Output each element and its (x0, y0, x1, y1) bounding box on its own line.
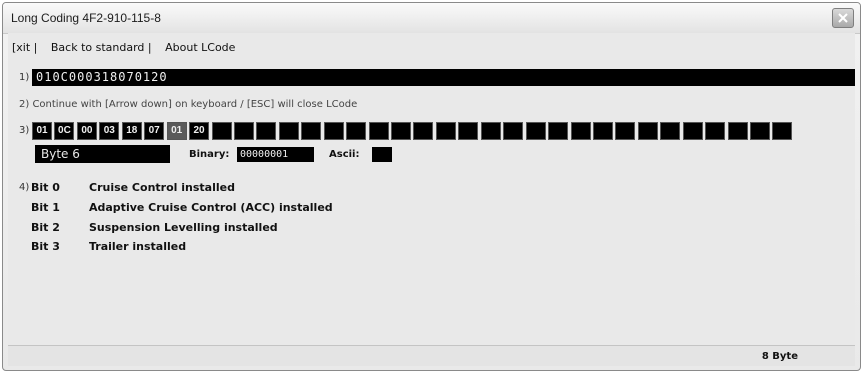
byte-box[interactable] (637, 122, 658, 140)
bit-name: Bit 2 (31, 220, 60, 234)
byte-count: 8 Byte (761, 351, 798, 362)
byte-box[interactable]: 03 (99, 122, 120, 140)
bit-row: 4) Bit 0 Cruise Control installed (19, 178, 333, 198)
ascii-value (372, 147, 392, 162)
byte-box[interactable] (615, 122, 636, 140)
bit-description: Adaptive Cruise Control (ACC) installed (89, 201, 333, 215)
byte-box[interactable]: 01 (32, 122, 52, 140)
byte-box[interactable] (413, 122, 434, 140)
byte-box[interactable] (660, 122, 681, 140)
byte-box[interactable] (525, 122, 546, 140)
byte-box[interactable]: 20 (189, 122, 210, 140)
byte-box[interactable] (435, 122, 456, 140)
byte-box[interactable] (323, 122, 344, 140)
byte-box[interactable]: 00 (76, 122, 97, 140)
byte-box[interactable] (256, 122, 277, 140)
byte-box[interactable] (750, 122, 770, 140)
title-bar: Long Coding 4F2-910-115-8 (3, 3, 860, 34)
byte-box[interactable] (278, 122, 299, 140)
bit-list: 4) Bit 0 Cruise Control installed Bit 1 Adap… (19, 178, 333, 257)
bit-row: Bit 2 Suspension Levelling installed (19, 217, 333, 237)
byte-selector[interactable]: Byte 6 (35, 145, 170, 163)
row3-label: 3) (19, 125, 30, 136)
bit-description: Suspension Levelling installed (89, 220, 278, 234)
instruction-text: 2) Continue with [Arrow down] on keyboar… (19, 99, 358, 110)
binary-value: 00000001 (237, 147, 314, 162)
menu-exit[interactable]: [xit | (12, 41, 37, 54)
byte-box[interactable] (368, 122, 389, 140)
binary-label: Binary: (189, 149, 230, 160)
byte-box[interactable] (301, 122, 322, 140)
byte-box[interactable]: 0C (54, 122, 75, 140)
byte-box[interactable] (503, 122, 524, 140)
client-area: [xit | Back to standard | About LCode 1)… (8, 33, 855, 346)
bit-name: Bit 0 (31, 181, 60, 195)
long-coding-window: Long Coding 4F2-910-115-8 [xit | Back to… (2, 2, 861, 371)
byte-box[interactable] (682, 122, 703, 140)
bit-row: Bit 1 Adaptive Cruise Control (ACC) insta… (19, 198, 333, 218)
bit-row: Bit 3 Trailer installed (19, 237, 333, 257)
bit-description: Trailer installed (89, 240, 187, 254)
byte-box[interactable] (705, 122, 726, 140)
byte-box[interactable] (233, 122, 254, 140)
menu-bar: [xit | Back to standard | About LCode (12, 41, 245, 57)
close-icon (838, 13, 848, 23)
byte-box[interactable] (592, 122, 613, 140)
byte-box[interactable] (458, 122, 479, 140)
close-button[interactable] (832, 8, 854, 28)
bit-name: Bit 3 (31, 240, 60, 254)
byte-box[interactable] (391, 122, 411, 140)
byte-box[interactable] (480, 122, 501, 140)
coding-value-field[interactable]: 010C000318070120 (32, 69, 855, 86)
byte-box[interactable]: 01 (166, 122, 187, 140)
byte-box[interactable] (772, 122, 793, 140)
menu-about-lcode[interactable]: About LCode (165, 41, 235, 54)
byte-box[interactable] (570, 122, 591, 140)
byte-boxes: 01 0C 00 03 18 07 01 20 (32, 122, 795, 140)
byte-box[interactable] (727, 122, 748, 140)
status-bar: 8 Byte (8, 345, 855, 366)
bit-description: Cruise Control installed (89, 181, 235, 195)
byte-box[interactable]: 18 (121, 122, 142, 140)
byte-box[interactable]: 07 (144, 122, 165, 140)
window-title: Long Coding 4F2-910-115-8 (11, 11, 161, 25)
menu-back-to-standard[interactable]: Back to standard | (51, 41, 152, 54)
ascii-label: Ascii: (329, 149, 360, 160)
bit-name: Bit 1 (31, 201, 60, 215)
row1-label: 1) (19, 72, 30, 83)
byte-box[interactable] (548, 122, 569, 140)
byte-box[interactable] (211, 122, 232, 140)
byte-box[interactable] (346, 122, 367, 140)
bit-row-prefix: 4) (19, 182, 30, 194)
